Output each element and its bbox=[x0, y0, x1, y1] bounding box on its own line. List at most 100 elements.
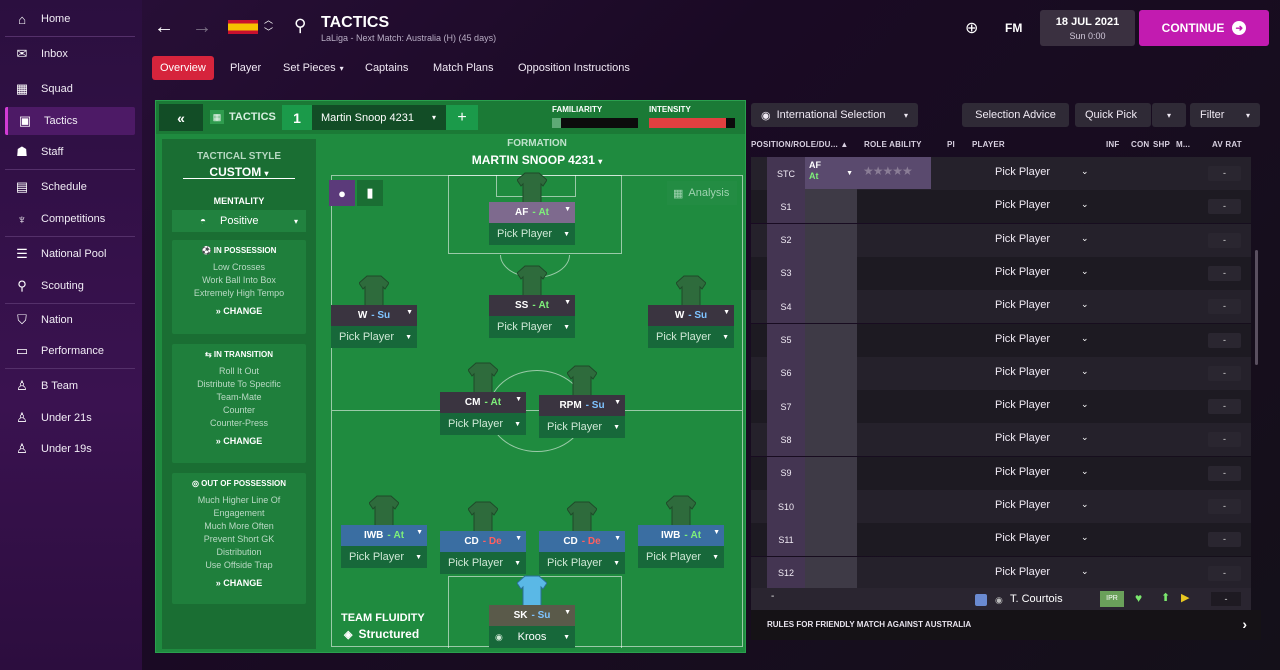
table-row[interactable]: S7 Pick Player ⌄ - bbox=[751, 390, 1251, 424]
table-row[interactable]: S4 Pick Player ⌄ - bbox=[751, 290, 1251, 324]
pick-player-dropdown[interactable]: Pick Player ▼ bbox=[331, 326, 417, 348]
tab-player[interactable]: Player bbox=[222, 56, 269, 80]
formation-dropdown[interactable]: MARTIN SNOOP 4231 ▾ bbox=[331, 153, 743, 167]
pick-player-dropdown[interactable]: Pick Player bbox=[995, 466, 1050, 478]
column-header-m[interactable]: M... bbox=[1176, 140, 1190, 149]
column-header-pi[interactable]: PI bbox=[947, 140, 955, 149]
role-badge[interactable]: CD - De ▼ bbox=[539, 531, 625, 552]
table-row[interactable]: S3 Pick Player ⌄ - bbox=[751, 256, 1251, 290]
pick-player-dropdown[interactable]: Pick Player bbox=[995, 166, 1050, 178]
player-slot-ss[interactable]: SS - At ▼ Pick Player ▼ bbox=[489, 265, 575, 341]
role-badge[interactable]: SS - At ▼ bbox=[489, 295, 575, 316]
pick-player-dropdown[interactable]: Pick Player bbox=[995, 432, 1050, 444]
player-slot-iwb-left[interactable]: IWB - At ▼ Pick Player ▼ bbox=[341, 495, 427, 571]
player-slot-w-right[interactable]: W- Su ▼ Pick Player ▼ bbox=[648, 275, 734, 351]
quick-pick-button[interactable]: Quick Pick bbox=[1075, 103, 1151, 127]
pick-player-dropdown[interactable]: Pick Player bbox=[995, 399, 1050, 411]
globe-icon[interactable]: ⊕ bbox=[965, 18, 978, 38]
column-header-av-rat[interactable]: AV RAT bbox=[1212, 140, 1242, 149]
player-slot-cd-right[interactable]: CD - De ▼ Pick Player ▼ bbox=[539, 501, 625, 577]
spain-flag-icon[interactable] bbox=[228, 20, 258, 34]
out-of-possession-card[interactable]: ◎ OUT OF POSSESSION Much Higher Line Of … bbox=[172, 473, 306, 604]
pick-player-dropdown[interactable]: Pick Player bbox=[995, 566, 1050, 578]
column-header-con[interactable]: CON bbox=[1131, 140, 1149, 149]
change-button[interactable]: » CHANGE bbox=[172, 436, 306, 446]
table-row[interactable]: S5 Pick Player ⌄ - bbox=[751, 323, 1251, 357]
role-badge[interactable]: IWB - At ▼ bbox=[341, 525, 427, 546]
player-slot-w-left[interactable]: W- Su ▼ Pick Player ▼ bbox=[331, 275, 417, 351]
table-row[interactable]: S12 Pick Player ⌄ - bbox=[751, 556, 1251, 590]
role-badge[interactable]: RPM - Su ▼ bbox=[539, 395, 625, 416]
tab-overview[interactable]: Overview bbox=[152, 56, 214, 80]
table-row[interactable]: S2 Pick Player ⌄ - bbox=[751, 223, 1251, 257]
change-button[interactable]: » CHANGE bbox=[172, 578, 306, 588]
sidebar-item-tactics[interactable]: ▣ Tactics bbox=[5, 107, 135, 135]
sidebar-item-inbox[interactable]: ✉ Inbox bbox=[5, 40, 135, 68]
player-view-toggle[interactable]: ● bbox=[329, 180, 355, 206]
pick-player-dropdown[interactable]: Pick Player ▼ bbox=[648, 326, 734, 348]
pick-player-dropdown[interactable]: Pick Player ▼ bbox=[638, 546, 724, 568]
sidebar-item-staff[interactable]: ☗ Staff bbox=[5, 138, 135, 166]
forward-arrow-icon[interactable]: → bbox=[192, 16, 212, 39]
role-badge[interactable]: AF - At ▼ bbox=[489, 202, 575, 223]
sidebar-item-scouting[interactable]: ⚲ Scouting bbox=[5, 272, 135, 300]
player-slot-cm[interactable]: CM - At ▼ Pick Player ▼ bbox=[440, 362, 526, 438]
tactic-slot-number[interactable]: 1 bbox=[282, 105, 312, 130]
table-row-extra[interactable]: - ◉ T. Courtois IPR ♥ ⬆ ▶ - bbox=[751, 588, 1251, 610]
sidebar-item-under-21s[interactable]: ♙ Under 21s bbox=[5, 404, 135, 432]
collapse-button[interactable]: « bbox=[159, 104, 203, 131]
player-slot-cd-left[interactable]: CD - De ▼ Pick Player ▼ bbox=[440, 501, 526, 577]
pick-player-dropdown[interactable]: Pick Player ▼ bbox=[440, 552, 526, 574]
in-transition-card[interactable]: ⇆ IN TRANSITION Roll It Out Distribute T… bbox=[172, 344, 306, 463]
player-slot-rpm[interactable]: RPM - Su ▼ Pick Player ▼ bbox=[539, 365, 625, 441]
match-rules-bar[interactable]: RULES FOR FRIENDLY MATCH AGAINST AUSTRAL… bbox=[751, 610, 1261, 640]
sidebar-item-performance[interactable]: ▭ Performance bbox=[5, 337, 135, 365]
add-tactic-button[interactable]: + bbox=[446, 105, 478, 130]
scrollbar-thumb[interactable] bbox=[1255, 250, 1258, 365]
filter-dropdown[interactable]: Filter ▾ bbox=[1190, 103, 1260, 127]
player-slot-sk[interactable]: SK - Su ▼ ◉ Kroos ▼ bbox=[489, 575, 575, 651]
in-possession-card[interactable]: ⚽ IN POSSESSION Low Crosses Work Ball In… bbox=[172, 240, 306, 334]
tab-captains[interactable]: Captains bbox=[357, 56, 416, 80]
pick-player-dropdown[interactable]: Pick Player bbox=[995, 333, 1050, 345]
sidebar-item-nation[interactable]: ⛉ Nation bbox=[5, 306, 135, 334]
tactic-select-dropdown[interactable]: Martin Snoop 4231 ▾ bbox=[312, 105, 446, 130]
pick-player-dropdown[interactable]: Pick Player ▼ bbox=[341, 546, 427, 568]
pick-player-dropdown[interactable]: Pick Player bbox=[995, 299, 1050, 311]
pick-player-dropdown[interactable]: Pick Player bbox=[995, 532, 1050, 544]
pick-player-dropdown[interactable]: Pick Player ▼ bbox=[539, 552, 625, 574]
pick-player-dropdown[interactable]: ◉ Kroos ▼ bbox=[489, 626, 575, 648]
date-display[interactable]: 18 JUL 2021 Sun 0:00 bbox=[1040, 10, 1135, 46]
pick-player-dropdown[interactable]: Pick Player bbox=[995, 233, 1050, 245]
pick-player-dropdown[interactable]: Pick Player bbox=[995, 266, 1050, 278]
search-icon[interactable]: ⚲ bbox=[294, 16, 306, 36]
player-slot-af[interactable]: AF - At ▼ Pick Player ▼ bbox=[489, 172, 575, 248]
quick-pick-dropdown[interactable]: ▾ bbox=[1152, 103, 1186, 127]
back-arrow-icon[interactable]: ← bbox=[154, 16, 174, 39]
role-badge[interactable]: SK - Su ▼ bbox=[489, 605, 575, 626]
column-header-position[interactable]: POSITION/ROLE/DU... ▲ bbox=[751, 140, 848, 149]
sidebar-item-squad[interactable]: ▦ Squad bbox=[5, 75, 135, 103]
sidebar-item-b-team[interactable]: ♙ B Team bbox=[5, 372, 135, 400]
change-button[interactable]: » CHANGE bbox=[172, 306, 306, 316]
table-row[interactable]: S9 Pick Player ⌄ - bbox=[751, 456, 1251, 490]
table-row[interactable]: S10 Pick Player ⌄ - bbox=[751, 490, 1251, 523]
international-selection-dropdown[interactable]: ◉ International Selection ▾ bbox=[751, 103, 918, 127]
column-header-shp[interactable]: SHP bbox=[1153, 140, 1170, 149]
pick-player-dropdown[interactable]: Pick Player ▼ bbox=[440, 413, 526, 435]
column-header-player[interactable]: PLAYER bbox=[972, 140, 1005, 149]
pick-player-dropdown[interactable]: Pick Player bbox=[995, 366, 1050, 378]
table-row[interactable]: S11 Pick Player ⌄ - bbox=[751, 523, 1251, 557]
pick-player-dropdown[interactable]: Pick Player ▼ bbox=[489, 316, 575, 338]
pick-player-dropdown[interactable]: Pick Player bbox=[995, 199, 1050, 211]
tactical-style-dropdown[interactable]: CUSTOM ▾ bbox=[162, 165, 316, 179]
sidebar-item-competitions[interactable]: ♆ Competitions bbox=[5, 205, 135, 233]
table-row[interactable]: S1 Pick Player ⌄ - bbox=[751, 190, 1251, 224]
sidebar-item-schedule[interactable]: ▤ Schedule bbox=[5, 173, 135, 201]
tab-set-pieces[interactable]: Set Pieces ▾ bbox=[275, 56, 352, 80]
role-badge[interactable]: IWB - At ▼ bbox=[638, 525, 724, 546]
flag-toggle-chevron-icon[interactable]: ︿ ﹀ bbox=[264, 14, 273, 38]
analysis-button[interactable]: ▦ Analysis bbox=[667, 181, 737, 205]
tab-opposition-instructions[interactable]: Opposition Instructions bbox=[510, 56, 638, 80]
column-header-inf[interactable]: INF bbox=[1106, 140, 1120, 149]
